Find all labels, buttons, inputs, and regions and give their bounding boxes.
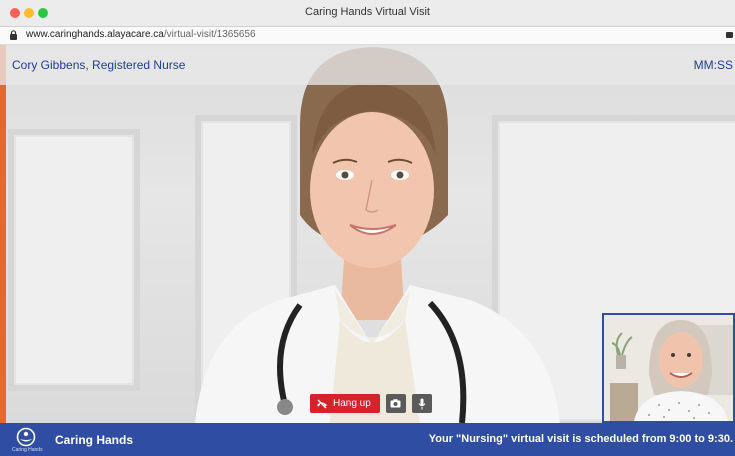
call-controls: Hang up (310, 394, 432, 413)
lock-icon (10, 30, 17, 40)
hang-up-button[interactable]: Hang up (310, 394, 380, 413)
address-bar[interactable]: www.caringhands.alayacare.ca/virtual-vis… (0, 27, 735, 45)
self-view-video[interactable] (602, 313, 735, 423)
app-window: Caring Hands Virtual Visit www.caringhan… (0, 0, 735, 456)
visit-schedule-text: Your "Nursing" virtual visit is schedule… (428, 433, 733, 445)
logo-caption: Caring Hands (12, 447, 43, 453)
hang-up-label: Hang up (333, 398, 371, 409)
url-domain: www.caringhands.alayacare.ca (26, 29, 164, 40)
patient-figure (604, 315, 733, 421)
window-title: Caring Hands Virtual Visit (305, 6, 430, 18)
camera-icon (390, 399, 401, 408)
microphone-toggle-button[interactable] (411, 394, 432, 413)
brand-name: Caring Hands (55, 433, 134, 447)
caring-hands-logo-icon (16, 427, 36, 447)
camera-toggle-button[interactable] (385, 394, 406, 413)
caller-bar: Cory Gibbens, Registered Nurse MM:SS (0, 45, 735, 85)
url-path: /virtual-visit/1365656 (163, 29, 256, 40)
call-timer: MM:SS (693, 58, 733, 72)
phone-hangup-icon (317, 399, 327, 408)
footer-bar: Caring Hands Caring Hands Your "Nursing"… (0, 423, 735, 456)
camera-indicator-icon (726, 32, 733, 38)
window-titlebar: Caring Hands Virtual Visit (0, 0, 735, 27)
url-text[interactable]: www.caringhands.alayacare.ca/virtual-vis… (26, 29, 256, 40)
microphone-icon (418, 398, 426, 409)
caller-name: Cory Gibbens, Registered Nurse (12, 58, 186, 72)
accent-strip (0, 45, 6, 423)
